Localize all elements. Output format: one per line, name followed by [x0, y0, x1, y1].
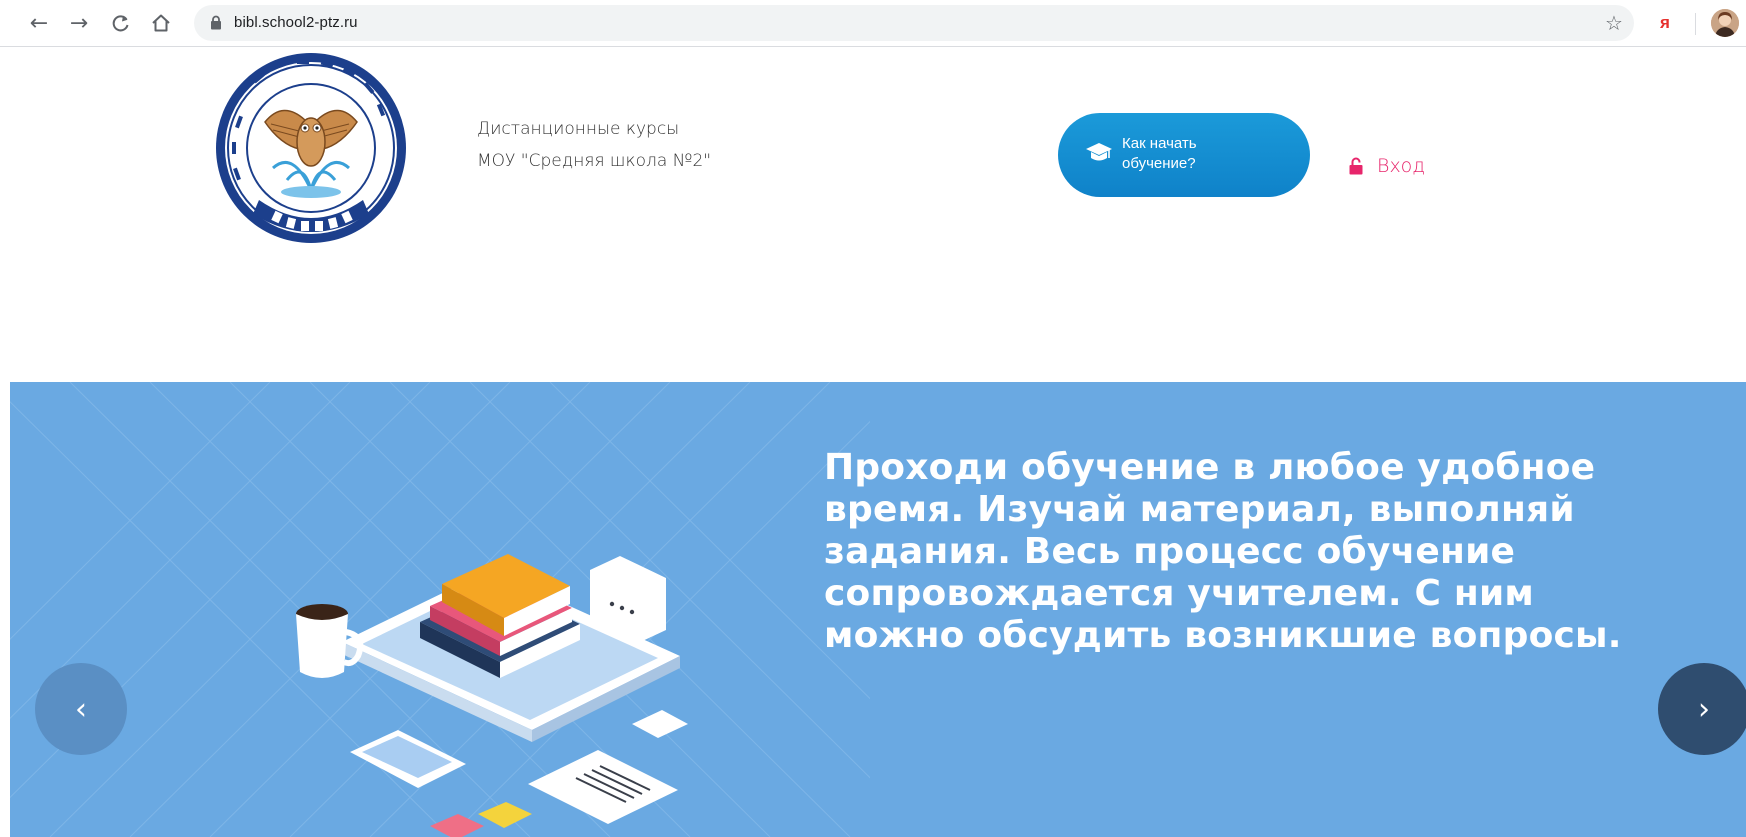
login-label: Вход	[1377, 155, 1426, 177]
yandex-icon: я	[1660, 13, 1670, 32]
browser-toolbar: ← → bibl.school2-ptz.ru ☆ я	[0, 0, 1746, 47]
address-bar[interactable]: bibl.school2-ptz.ru	[194, 5, 1634, 41]
star-icon: ☆	[1605, 11, 1623, 35]
back-button[interactable]: ←	[24, 8, 54, 38]
lock-icon	[211, 15, 221, 30]
graduation-cap-icon	[1086, 143, 1112, 161]
reload-button[interactable]	[106, 8, 136, 38]
how-to-start-label-line1: Как начать	[1122, 135, 1197, 152]
school-logo-icon[interactable]	[213, 50, 409, 246]
reload-icon	[112, 15, 129, 32]
how-to-start-label: Как начать обучение?	[1122, 134, 1272, 174]
url-text[interactable]: bibl.school2-ptz.ru	[234, 14, 358, 31]
yandex-extension-button[interactable]: я	[1652, 10, 1678, 36]
slider-prev-button[interactable]: ‹	[35, 663, 127, 755]
site-title: Дистанционные курсы МОУ "Средняя школа №…	[477, 113, 711, 177]
how-to-start-button[interactable]: Как начать обучение?	[1058, 113, 1310, 197]
slider-next-button[interactable]: ›	[1658, 663, 1746, 755]
chevron-left-icon: ‹	[75, 691, 87, 727]
bookmark-star-button[interactable]: ☆	[1600, 9, 1628, 37]
forward-button[interactable]: →	[64, 8, 94, 38]
hero-slider: Проходи обучение в любое удобное время. …	[10, 382, 1746, 837]
login-link[interactable]: Вход	[1349, 155, 1425, 177]
site-title-line1: Дистанционные курсы	[477, 119, 680, 139]
profile-avatar[interactable]	[1711, 9, 1739, 37]
slide-text: Проходи обучение в любое удобное время. …	[824, 447, 1622, 656]
how-to-start-label-line2: обучение?	[1122, 155, 1196, 172]
unlock-icon	[1349, 157, 1363, 175]
chevron-right-icon: ›	[1698, 691, 1710, 727]
site-title-line2: МОУ "Средняя школа №2"	[477, 151, 712, 171]
arrow-right-icon: →	[69, 10, 89, 36]
home-icon	[152, 14, 170, 32]
home-button[interactable]	[146, 8, 176, 38]
arrow-left-icon: ←	[29, 10, 49, 36]
toolbar-divider	[1695, 13, 1696, 35]
books-tablet-illustration	[296, 554, 688, 837]
avatar-icon	[1711, 9, 1739, 37]
